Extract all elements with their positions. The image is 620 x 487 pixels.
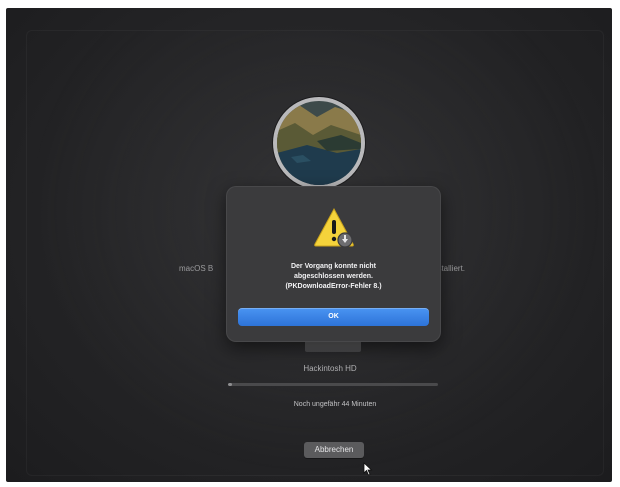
error-message-line: Der Vorgang konnte nicht [290, 263, 377, 270]
time-remaining-text: Noch ungefähr 44 Minuten [293, 401, 377, 408]
cancel-button[interactable]: Abbrechen [304, 442, 364, 458]
error-message: Der Vorgang konnte nicht abgeschlossen w… [246, 262, 421, 292]
error-dialog: Der Vorgang konnte nicht abgeschlossen w… [226, 186, 441, 342]
macos-installer-icon [273, 97, 365, 189]
target-disk-name: Hackintosh HD [303, 364, 357, 373]
error-message-line: abgeschlossen werden. [294, 273, 373, 280]
photo-frame: macOS B nstalliert. Hackintosh HD Noch u… [0, 0, 620, 487]
warning-icon [314, 207, 354, 248]
ok-button[interactable]: OK [238, 308, 429, 326]
install-progress-fill [228, 383, 233, 386]
error-message-line: (PKDownloadError-Fehler 8.) [285, 283, 382, 290]
mouse-pointer-icon [363, 462, 373, 476]
install-progress-bar [228, 383, 438, 386]
install-status-text-left: macOS B [179, 264, 214, 273]
